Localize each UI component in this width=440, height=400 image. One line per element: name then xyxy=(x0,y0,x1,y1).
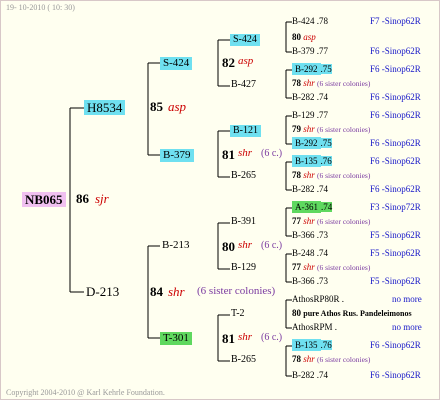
g4-row: B-366 .73 xyxy=(292,230,328,240)
g4-loc: F5 -Sinop62R xyxy=(370,248,421,258)
gen2-b213-id[interactable]: B-213 xyxy=(162,240,190,251)
gen2-b379-note: (6 c.) xyxy=(261,148,283,159)
gen3-b427-id[interactable]: B-427 xyxy=(231,80,256,90)
g4-loc: no more xyxy=(392,322,422,332)
dam-year: 84 xyxy=(150,284,163,299)
g4-row: B-282 .74 xyxy=(292,370,328,380)
dam-note: (6 sister colonies) xyxy=(197,285,276,297)
g4-mid: 78 shr (6 sister colonies) xyxy=(292,354,371,364)
gen3-b265b-id[interactable]: B-265 xyxy=(231,355,256,365)
g4-row: B-129 .77 xyxy=(292,110,328,120)
g4-mid: 80 asp xyxy=(292,32,316,42)
sire-tag: asp xyxy=(168,99,187,114)
dam-tag: shr xyxy=(168,284,185,299)
g4-loc: F6 -Sinop62R xyxy=(370,184,421,194)
g4-loc: F6 -Sinop62R xyxy=(370,92,421,102)
gen3-s424-id[interactable]: S-424 xyxy=(230,34,260,46)
gen2-b213-year: 80 xyxy=(222,239,235,254)
g4-loc: no more xyxy=(392,294,422,304)
g4-loc: F6 -Sinop62R xyxy=(370,340,421,350)
g4-mid: 77 shr (6 sister colonies) xyxy=(292,216,371,226)
report-date: 19- 10-2010 ( 10: 30) xyxy=(6,3,75,12)
g4-mid: 77 shr (6 sister colonies) xyxy=(292,262,371,272)
dam-id[interactable]: D-213 xyxy=(86,285,119,298)
g4-row: B-282 .74 xyxy=(292,92,328,102)
gen3-b265a-id[interactable]: B-265 xyxy=(231,171,256,181)
gen2-t301-year: 81 xyxy=(222,331,235,346)
gen2-b379-year: 81 xyxy=(222,147,235,162)
gen2-t301-id[interactable]: T-301 xyxy=(160,332,192,345)
g4-loc: F5 -Sinop62R xyxy=(370,230,421,240)
gen2-s424-tag: asp xyxy=(238,55,254,67)
gen2-s424-year: 82 xyxy=(222,55,235,70)
gen2-b379-tag: shr xyxy=(238,147,253,159)
gen3-b121-id[interactable]: B-121 xyxy=(230,125,261,137)
g4-loc: F6 -Sinop62R xyxy=(370,110,421,120)
g4-row: B-292.75 xyxy=(292,63,332,75)
gen2-b379-id[interactable]: B-379 xyxy=(160,149,194,162)
root-queen-id[interactable]: NB065 xyxy=(22,192,66,207)
sire-year: 85 xyxy=(150,99,163,114)
g4-row: B-424 .78 xyxy=(292,16,328,26)
g4-row: B-282 .74 xyxy=(292,184,328,194)
gen3-b391-id[interactable]: B-391 xyxy=(231,217,256,227)
gen2-s424-id[interactable]: S-424 xyxy=(160,57,193,70)
copyright-footer: Copyright 2004-2010 @ Karl Kehrle Founda… xyxy=(6,388,165,397)
g4-row: B-292.75 xyxy=(292,137,332,149)
g4-mid: 80 pure Athos Rus. Pandeleimonos xyxy=(292,308,412,318)
gen3-t2-id[interactable]: T-2 xyxy=(231,309,245,319)
g4-loc: F6 -Sinop62R xyxy=(370,64,421,74)
g4-row: B-248 .74 xyxy=(292,248,328,258)
g4-row: AthosRPM . xyxy=(292,322,338,332)
g4-mid: 78 shr (6 sister colonies) xyxy=(292,170,371,180)
g4-row: B-135.76 xyxy=(292,339,332,351)
g4-row: A-361.74 xyxy=(292,201,333,213)
g4-row: B-366 .73 xyxy=(292,276,328,286)
g4-loc: F3 -Sinop72R xyxy=(370,202,421,212)
g4-mid: 79 shr (6 sister colonies) xyxy=(292,124,371,134)
root-tag: sjr xyxy=(95,191,109,206)
g4-row: B-379 .77 xyxy=(292,46,328,56)
g4-loc: F6 -Sinop62R xyxy=(370,138,421,148)
gen2-b213-note: (6 c.) xyxy=(261,240,283,251)
gen3-b129-id[interactable]: B-129 xyxy=(231,263,256,273)
gen2-b213-tag: shr xyxy=(238,239,253,251)
root-year: 86 xyxy=(76,191,89,206)
g4-loc: F6 -Sinop62R xyxy=(370,46,421,56)
gen2-t301-tag: shr xyxy=(238,331,253,343)
g4-loc: F7 -Sinop62R xyxy=(370,16,421,26)
g4-loc: F6 -Sinop62R xyxy=(370,370,421,380)
g4-row: B-135.76 xyxy=(292,155,332,167)
gen2-t301-note: (6 c.) xyxy=(261,332,283,343)
g4-loc: F5 -Sinop62R xyxy=(370,276,421,286)
sire-id[interactable]: H8534 xyxy=(84,100,126,115)
g4-loc: F6 -Sinop62R xyxy=(370,156,421,166)
g4-row: AthosRP80R . xyxy=(292,294,345,304)
g4-mid: 78 shr (6 sister colonies) xyxy=(292,78,371,88)
